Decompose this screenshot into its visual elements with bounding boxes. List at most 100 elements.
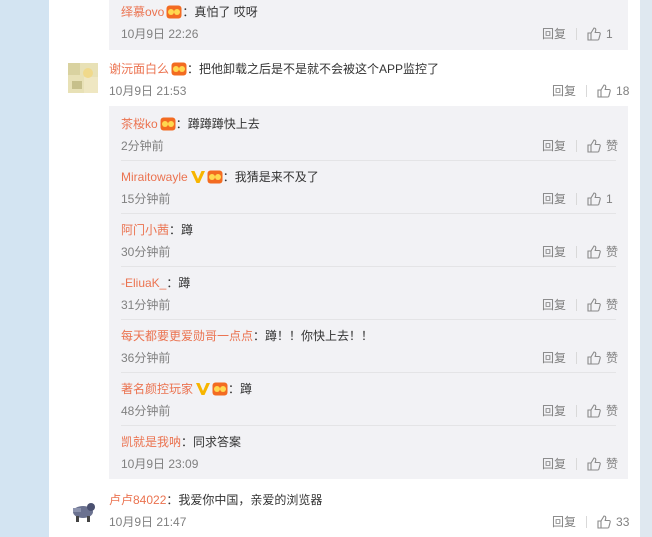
like-button[interactable]: 33 [597,514,629,530]
reply-actions: 回复 赞 [542,244,618,260]
like-button[interactable]: 赞 [587,138,618,154]
comment-time: 10月9日 21:53 [109,84,187,98]
like-button[interactable]: 赞 [587,403,618,419]
like-button[interactable]: 18 [597,83,629,99]
avatar[interactable] [68,63,98,93]
reply-button[interactable]: 回复 [542,191,566,207]
reply-username[interactable]: 绎慕ovo [121,5,164,19]
divider-line [121,372,616,373]
divider [576,28,578,40]
reply-username[interactable]: -EliuaK_ [121,276,166,290]
comment-item: 卢卢84022：我爱你中国，亲爱的浏览器 [109,492,322,508]
reply-time: 48分钟前 [121,404,171,418]
like-count: 33 [616,515,630,529]
reply-time: 10月9日 23:09 [121,457,199,471]
divider-line [121,266,616,267]
reply-button[interactable]: 回复 [542,456,566,472]
reply-item: 著名颜控玩家 ：蹲 [121,381,252,400]
scroll-edge [640,0,652,537]
like-button[interactable]: 赞 [587,297,618,313]
reply-text: ：我猜是来不及了 [222,170,319,184]
comment-time: 10月9日 21:47 [109,515,187,529]
reply-time: 15分钟前 [121,192,171,206]
reply-time: 31分钟前 [121,298,171,312]
like-button[interactable]: 赞 [587,350,618,366]
like-label: 赞 [606,351,619,365]
reply-username[interactable]: 凯就是我呐 [121,435,181,449]
divider [586,85,588,97]
avatar[interactable] [68,494,98,524]
member-badge-icon [166,5,182,23]
comment-actions: 回复 33 [552,514,629,530]
reply-username[interactable]: 阿门小茜 [121,223,169,237]
reply-item: 凯就是我呐：同求答案 [121,434,241,450]
reply-username[interactable]: Miraitowayle [121,170,188,184]
reply-button[interactable]: 回复 [542,297,566,313]
thumbs-up-icon [587,404,601,418]
reply-item: 茶桜ko ：蹲蹲蹲快上去 [121,116,260,135]
reply-username[interactable]: 茶桜ko [121,117,158,131]
divider-line [121,213,616,214]
reply-time: 10月9日 22:26 [121,27,199,41]
divider [576,352,578,364]
comment-text: ：把他卸载之后是不是就不会被这个APP监控了 [187,62,440,76]
like-count: 1 [606,27,613,41]
member-badge-icon [160,117,176,135]
reply-actions: 回复 赞 [542,350,618,366]
reply-button[interactable]: 回复 [542,244,566,260]
reply-button[interactable]: 回复 [542,403,566,419]
reply-text: ：真怕了 哎呀 [182,5,258,19]
reply-item: 每天都要更爱勋哥一点点：蹲！！你快上去！！ [121,328,373,344]
like-count: 18 [616,84,630,98]
like-label: 赞 [606,457,619,471]
reply-actions: 回复 赞 [542,297,618,313]
like-count: 1 [606,192,613,206]
divider [576,246,578,258]
thumbs-up-icon [587,245,601,259]
thumbs-up-icon [587,457,601,471]
member-badge-icon [207,170,223,188]
divider [586,516,588,528]
reply-text: ：蹲 [228,382,253,396]
reply-actions: 回复 1 [542,26,613,42]
reply-button[interactable]: 回复 [552,83,576,99]
reply-button[interactable]: 回复 [542,350,566,366]
comment-username[interactable]: 卢卢84022 [109,493,166,507]
thumbs-up-icon [587,27,601,41]
reply-username[interactable]: 著名颜控玩家 [121,382,193,396]
reply-actions: 回复 赞 [542,456,618,472]
divider-line [121,160,616,161]
like-button[interactable]: 赞 [587,244,618,260]
reply-item: -EliuaK_：蹲 [121,275,190,291]
thumbs-up-icon [597,515,611,529]
thumbs-up-icon [587,192,601,206]
like-label: 赞 [606,298,619,312]
comment-actions: 回复 18 [552,83,629,99]
reply-button[interactable]: 回复 [542,26,566,42]
divider [576,193,578,205]
verified-icon [196,383,211,399]
verified-icon [190,171,205,187]
divider [576,458,578,470]
divider [576,140,578,152]
comment-username[interactable]: 谢沅面白么 [109,62,169,76]
reply-item: Miraitowayle ：我猜是来不及了 [121,169,319,188]
reply-text: ：蹲！！你快上去！！ [253,329,374,343]
comment-item: 谢沅面白么 ：把他卸载之后是不是就不会被这个APP监控了 [109,61,439,80]
reply-actions: 回复 1 [542,191,613,207]
divider-line [121,319,616,320]
member-badge-icon [171,62,187,80]
reply-username[interactable]: 每天都要更爱勋哥一点点 [121,329,253,343]
like-button[interactable]: 1 [587,191,613,207]
like-button[interactable]: 1 [587,26,613,42]
reply-button[interactable]: 回复 [542,138,566,154]
divider [576,405,578,417]
comment-text: ：我爱你中国，亲爱的浏览器 [166,493,323,507]
thumbs-up-icon [587,298,601,312]
divider-line [121,425,616,426]
reply-button[interactable]: 回复 [552,514,576,530]
member-badge-icon [212,382,228,400]
reply-time: 2分钟前 [121,139,164,153]
like-button[interactable]: 赞 [587,456,618,472]
reply-text: ：蹲 [166,276,191,290]
